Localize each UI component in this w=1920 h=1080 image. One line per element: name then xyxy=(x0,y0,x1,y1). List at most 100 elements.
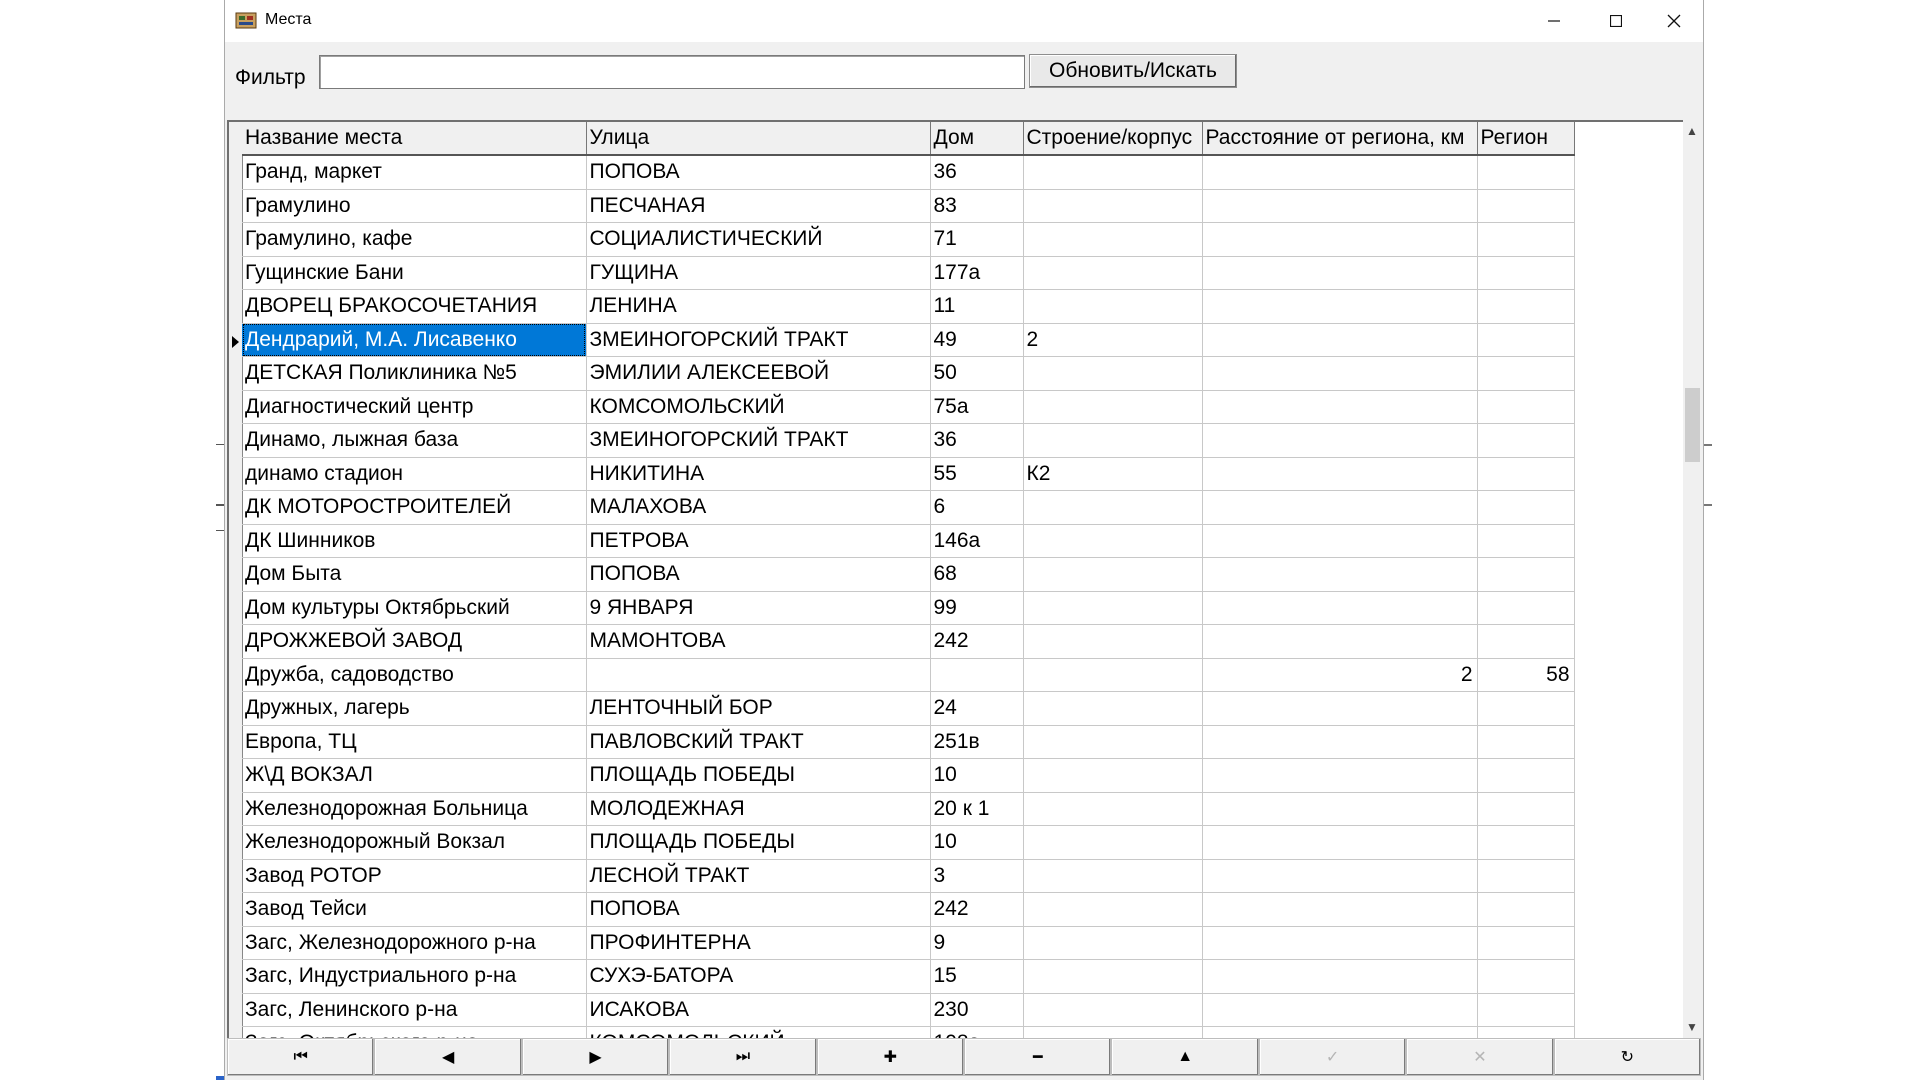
table-cell[interactable] xyxy=(1023,926,1203,960)
table-row[interactable]: Железнодорожный Вокзал ПЛОЩАДЬ ПОБЕДЫ 10 xyxy=(242,825,1575,860)
table-cell[interactable] xyxy=(1202,959,1478,994)
table-cell[interactable]: НИКИТИНА xyxy=(586,457,931,491)
table-cell[interactable] xyxy=(1477,993,1575,1027)
table-cell[interactable] xyxy=(1202,490,1478,525)
table-cell[interactable]: ДК МОТОРОСТРОИТЕЛЕЙ xyxy=(242,490,587,525)
table-row[interactable]: Загс, Индустриального р-на СУХЭ-БАТОРА 15 xyxy=(242,959,1575,994)
table-cell[interactable] xyxy=(1477,222,1575,257)
nav-prior-button[interactable]: ◀ xyxy=(374,1038,522,1076)
table-cell[interactable] xyxy=(1023,155,1203,190)
table-cell[interactable] xyxy=(1202,289,1478,324)
table-cell[interactable] xyxy=(1477,423,1575,458)
table-cell[interactable] xyxy=(1023,959,1203,994)
table-cell[interactable]: 2 xyxy=(1023,323,1203,357)
table-cell[interactable] xyxy=(1477,591,1575,625)
table-cell[interactable]: 55 xyxy=(930,457,1024,491)
table-cell[interactable]: 177а xyxy=(930,256,1024,290)
table-cell[interactable] xyxy=(1477,892,1575,927)
table-cell[interactable] xyxy=(1202,859,1478,893)
scroll-down-arrow-icon[interactable]: ▼ xyxy=(1683,1018,1701,1036)
table-cell[interactable]: 58 xyxy=(1477,658,1575,692)
table-cell[interactable]: Загс, Железнодорожного р-на xyxy=(242,926,587,960)
table-cell[interactable]: 3 xyxy=(930,859,1024,893)
table-cell[interactable]: 10 xyxy=(930,825,1024,860)
table-cell[interactable]: 49 xyxy=(930,323,1024,357)
table-cell[interactable]: 146а xyxy=(930,524,1024,558)
table-cell[interactable] xyxy=(1202,825,1478,860)
table-cell[interactable] xyxy=(586,658,931,692)
table-cell[interactable]: ДРОЖЖЕВОЙ ЗАВОД xyxy=(242,624,587,659)
table-cell[interactable] xyxy=(1202,926,1478,960)
table-cell[interactable] xyxy=(1023,356,1203,391)
table-row[interactable]: ДЕТСКАЯ Поликлиника №5 ЭМИЛИИ АЛЕКСЕЕВОЙ 5… xyxy=(242,356,1575,391)
table-cell[interactable] xyxy=(1023,993,1203,1027)
table-cell[interactable] xyxy=(1202,892,1478,927)
table-cell[interactable]: Гущинские Бани xyxy=(242,256,587,290)
table-row[interactable]: Дом Быта ПОПОВА 68 xyxy=(242,557,1575,592)
table-row[interactable]: Завод РОТОР ЛЕСНОЙ ТРАКТ 3 xyxy=(242,859,1575,893)
column-header-name[interactable]: Название места xyxy=(242,122,587,156)
table-cell[interactable]: 6 xyxy=(930,490,1024,525)
table-row[interactable]: Гущинские Бани ГУЩИНА 177а xyxy=(242,256,1575,290)
table-cell[interactable]: ИСАКОВА xyxy=(586,993,931,1027)
table-cell[interactable] xyxy=(1202,591,1478,625)
table-cell[interactable] xyxy=(1477,825,1575,860)
table-row[interactable]: Загс, Железнодорожного р-на ПРОФИНТЕРНА 9 xyxy=(242,926,1575,960)
column-header-house[interactable]: Дом xyxy=(930,122,1024,156)
table-cell[interactable]: СУХЭ-БАТОРА xyxy=(586,959,931,994)
table-cell[interactable]: ПАВЛОВСКИЙ ТРАКТ xyxy=(586,725,931,759)
table-cell[interactable] xyxy=(1477,725,1575,759)
table-cell[interactable]: 2 xyxy=(1202,658,1478,692)
table-cell[interactable]: Динамо, лыжная база xyxy=(242,423,587,458)
table-cell[interactable] xyxy=(1477,926,1575,960)
table-cell[interactable]: Завод РОТОР xyxy=(242,859,587,893)
table-cell[interactable] xyxy=(1023,859,1203,893)
nav-cancel-button[interactable]: ✕ xyxy=(1406,1038,1554,1076)
table-cell[interactable] xyxy=(1477,356,1575,391)
table-cell[interactable]: КОМСОМОЛЬСКИЙ xyxy=(586,390,931,424)
refresh-search-button[interactable]: Обновить/Искать xyxy=(1029,54,1237,88)
table-cell[interactable]: ЗМЕИНОГОРСКИЙ ТРАКТ xyxy=(586,323,931,357)
table-cell[interactable]: ДК Шинников xyxy=(242,524,587,558)
table-cell[interactable]: ПЕСЧАНАЯ xyxy=(586,189,931,223)
table-cell[interactable] xyxy=(1023,825,1203,860)
table-row[interactable]: Диагностический центр КОМСОМОЛЬСКИЙ 75а xyxy=(242,390,1575,424)
table-cell[interactable]: Дендрарий, М.А. Лисавенко xyxy=(242,323,587,357)
table-cell[interactable] xyxy=(1023,390,1203,424)
table-cell[interactable]: Грамулино, кафе xyxy=(242,222,587,257)
table-cell[interactable]: Железнодорожный Вокзал xyxy=(242,825,587,860)
column-header-street[interactable]: Улица xyxy=(586,122,931,156)
table-cell[interactable]: Дружба, садоводство xyxy=(242,658,587,692)
table-cell[interactable]: 71 xyxy=(930,222,1024,257)
table-cell[interactable] xyxy=(1202,758,1478,793)
table-cell[interactable]: ПЕТРОВА xyxy=(586,524,931,558)
nav-edit-button[interactable]: ▲ xyxy=(1111,1038,1259,1076)
table-cell[interactable]: 68 xyxy=(930,557,1024,592)
table-cell[interactable]: динамо стадион xyxy=(242,457,587,491)
table-cell[interactable]: ЛЕНИНА xyxy=(586,289,931,324)
table-cell[interactable] xyxy=(1023,189,1203,223)
table-cell[interactable]: 10 xyxy=(930,758,1024,793)
table-cell[interactable] xyxy=(1023,524,1203,558)
table-cell[interactable]: КОМСОМОЛЬСКИЙ xyxy=(586,1026,931,1038)
table-cell[interactable] xyxy=(1477,490,1575,525)
scroll-up-arrow-icon[interactable]: ▲ xyxy=(1683,122,1701,140)
table-cell[interactable] xyxy=(1477,256,1575,290)
table-row[interactable]: Грамулино ПЕСЧАНАЯ 83 xyxy=(242,189,1575,223)
table-row[interactable]: Ж\Д ВОКЗАЛ ПЛОЩАДЬ ПОБЕДЫ 10 xyxy=(242,758,1575,793)
table-row[interactable]: Грамулино, кафе СОЦИАЛИСТИЧЕСКИЙ 71 xyxy=(242,222,1575,257)
table-cell[interactable] xyxy=(1202,323,1478,357)
table-cell[interactable]: ПОПОВА xyxy=(586,155,931,190)
table-cell[interactable]: 242 xyxy=(930,624,1024,659)
table-cell[interactable] xyxy=(1202,691,1478,726)
table-cell[interactable] xyxy=(1023,256,1203,290)
table-cell[interactable] xyxy=(1023,1026,1203,1038)
table-cell[interactable]: ПЛОЩАДЬ ПОБЕДЫ xyxy=(586,758,931,793)
table-cell[interactable] xyxy=(1477,758,1575,793)
close-button[interactable] xyxy=(1643,0,1705,42)
table-cell[interactable]: Загс, Октябрьского р-на xyxy=(242,1026,587,1038)
table-row[interactable]: Загс, Ленинского р-на ИСАКОВА 230 xyxy=(242,993,1575,1027)
table-cell[interactable] xyxy=(1023,792,1203,826)
nav-delete-button[interactable]: ━ xyxy=(964,1038,1112,1076)
column-header-distance[interactable]: Расстояние от региона, км xyxy=(1202,122,1478,156)
